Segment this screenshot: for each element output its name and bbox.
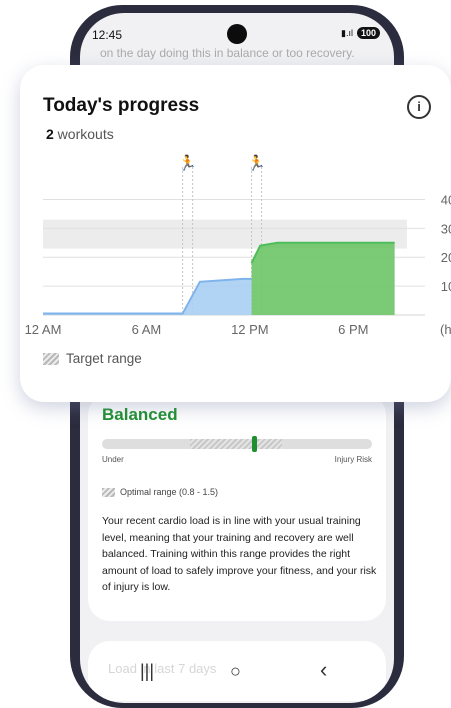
balance-status: Balanced — [102, 405, 178, 424]
load-marker — [252, 436, 257, 452]
nav-bar: ||| ○ ‹ — [80, 655, 394, 695]
y-tick-label: 20 — [441, 250, 451, 265]
hatch-swatch — [102, 487, 115, 497]
chart-legend: Target range — [43, 351, 142, 366]
x-tick-label: 6 AM — [132, 322, 162, 337]
series-area-1 — [43, 278, 252, 315]
background-text: on the day doing this in balance or too … — [100, 46, 355, 60]
y-tick-label: 40 — [441, 192, 451, 207]
under-label: Under — [102, 455, 124, 464]
y-tick-label: 10 — [441, 279, 451, 294]
battery-icon: 100 — [356, 27, 380, 39]
x-unit-label: (h) — [440, 322, 451, 337]
signal-icon: ▮.ıl — [341, 27, 353, 38]
legend-label: Target range — [66, 351, 142, 366]
recents-button[interactable]: ||| — [140, 661, 154, 682]
status-time: 12:45 — [92, 28, 123, 42]
injury-risk-label: Injury Risk — [334, 455, 372, 464]
series-area-2 — [251, 242, 395, 315]
x-tick-label: 6 PM — [338, 322, 368, 337]
target-range-swatch — [43, 352, 59, 365]
camera-cutout — [227, 24, 247, 44]
bar-labels: Under Injury Risk — [102, 455, 372, 464]
progress-card: Today's progress 2 workouts i 10203040🏃🏃… — [20, 65, 451, 402]
back-button[interactable]: ‹ — [320, 657, 327, 683]
runner-icon: 🏃 — [247, 154, 266, 172]
status-icons: ▮.ıl 100 — [341, 27, 380, 39]
load-bar — [102, 436, 372, 452]
optimal-range-label: Optimal range (0.8 - 1.5) — [120, 487, 219, 497]
home-button[interactable]: ○ — [230, 661, 241, 682]
y-tick-label: 30 — [441, 221, 451, 236]
x-tick-label: 12 PM — [231, 322, 269, 337]
runner-icon: 🏃 — [178, 154, 197, 172]
load-description: Your recent cardio load is in line with … — [102, 515, 377, 593]
x-tick-label: 12 AM — [25, 322, 62, 337]
optimal-range-legend: Optimal range (0.8 - 1.5) — [102, 487, 218, 497]
load-card: Balanced Under Injury Risk Optimal range… — [88, 393, 386, 621]
optimal-range — [190, 439, 282, 449]
